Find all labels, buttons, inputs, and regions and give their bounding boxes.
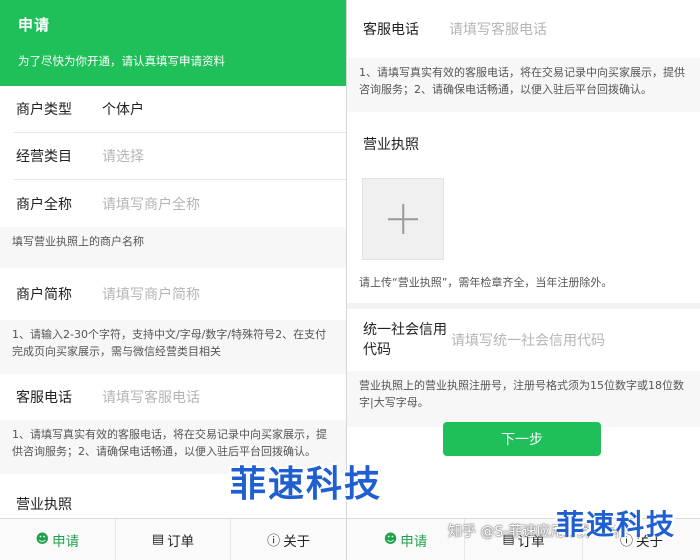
next-button[interactable]: 下一步	[443, 422, 601, 456]
merchant-short-name-row[interactable]: 商户简称 请填写商户简称	[14, 268, 346, 320]
service-phone-input[interactable]: 请填写客服电话	[102, 387, 200, 407]
right-screen: 客服电话 请填写客服电话 1、请填写真实有效的客服电话，将在交易记录中向买家展示…	[347, 0, 700, 560]
brand-watermark: 菲速科技	[230, 464, 383, 505]
license-hint: 请上传“营业执照”，需年检章齐全，当年注册除外。	[347, 260, 700, 303]
person-icon: ☻	[383, 532, 398, 547]
page-title: 申请	[18, 16, 51, 34]
merchant-short-name-input[interactable]: 请填写商户简称	[102, 284, 200, 304]
business-category-row[interactable]: 经营类目 请选择	[14, 133, 346, 180]
merchant-type-row[interactable]: 商户类型 个体户	[14, 86, 346, 133]
credit-code-hint: 营业执照上的营业执照注册号，注册号格式须为15位数字或18位数字|大写字母。	[347, 371, 700, 427]
merchant-type-label: 商户类型	[16, 102, 72, 118]
merchant-full-name-row[interactable]: 商户全称 请填写商户全称	[14, 180, 346, 227]
right-license-label: 营业执照	[363, 137, 419, 153]
tab-orders[interactable]: ▤ 订单	[116, 519, 232, 560]
tab-about[interactable]: ⓘ 关于	[231, 519, 346, 560]
right-service-phone-label: 客服电话	[363, 22, 419, 38]
full-name-hint: 填写营业执照上的商户名称	[0, 227, 346, 268]
brand-watermark-small: 菲速科技	[556, 508, 677, 541]
page-header: 申请 为了尽快为你开通，请认真填写申请资料	[0, 0, 346, 86]
bottom-tabbar: ☻ 申请 ▤ 订单 ⓘ 关于	[0, 518, 346, 560]
short-name-hint: 1、请输入2-30个字符，支持中文/字母/数字/特殊符号2、在支付完成页向买家展…	[0, 320, 346, 374]
credit-code-row[interactable]: 统一社会信用代码 请填写统一社会信用代码	[361, 309, 700, 371]
license-upload-button[interactable]	[362, 178, 444, 260]
business-category-select[interactable]: 请选择	[102, 146, 144, 166]
page-subtitle: 为了尽快为你开通，请认真填写申请资料	[18, 54, 225, 68]
credit-code-input[interactable]: 请填写统一社会信用代码	[451, 330, 605, 350]
right-service-phone-hint: 1、请填写真实有效的客服电话，将在交易记录中向买家展示，提供咨询服务；2、请确保…	[347, 58, 700, 112]
clipboard-icon: ▤	[151, 532, 165, 547]
merchant-full-name-input[interactable]: 请填写商户全称	[102, 194, 200, 214]
right-service-phone-input[interactable]: 请填写客服电话	[449, 19, 547, 39]
service-phone-row[interactable]: 客服电话 请填写客服电话	[14, 374, 346, 420]
merchant-type-value[interactable]: 个体户	[102, 99, 144, 119]
info-icon: ⓘ	[267, 534, 281, 549]
service-phone-label: 客服电话	[16, 390, 72, 406]
right-service-phone-row[interactable]: 客服电话 请填写客服电话	[361, 0, 700, 58]
merchant-full-name-label: 商户全称	[16, 196, 72, 213]
tab-apply[interactable]: ☻ 申请	[0, 519, 116, 560]
business-category-label: 经营类目	[16, 149, 72, 165]
person-icon: ☻	[35, 532, 50, 547]
credit-code-label: 统一社会信用代码	[363, 322, 447, 358]
merchant-short-name-label: 商户简称	[16, 287, 72, 303]
